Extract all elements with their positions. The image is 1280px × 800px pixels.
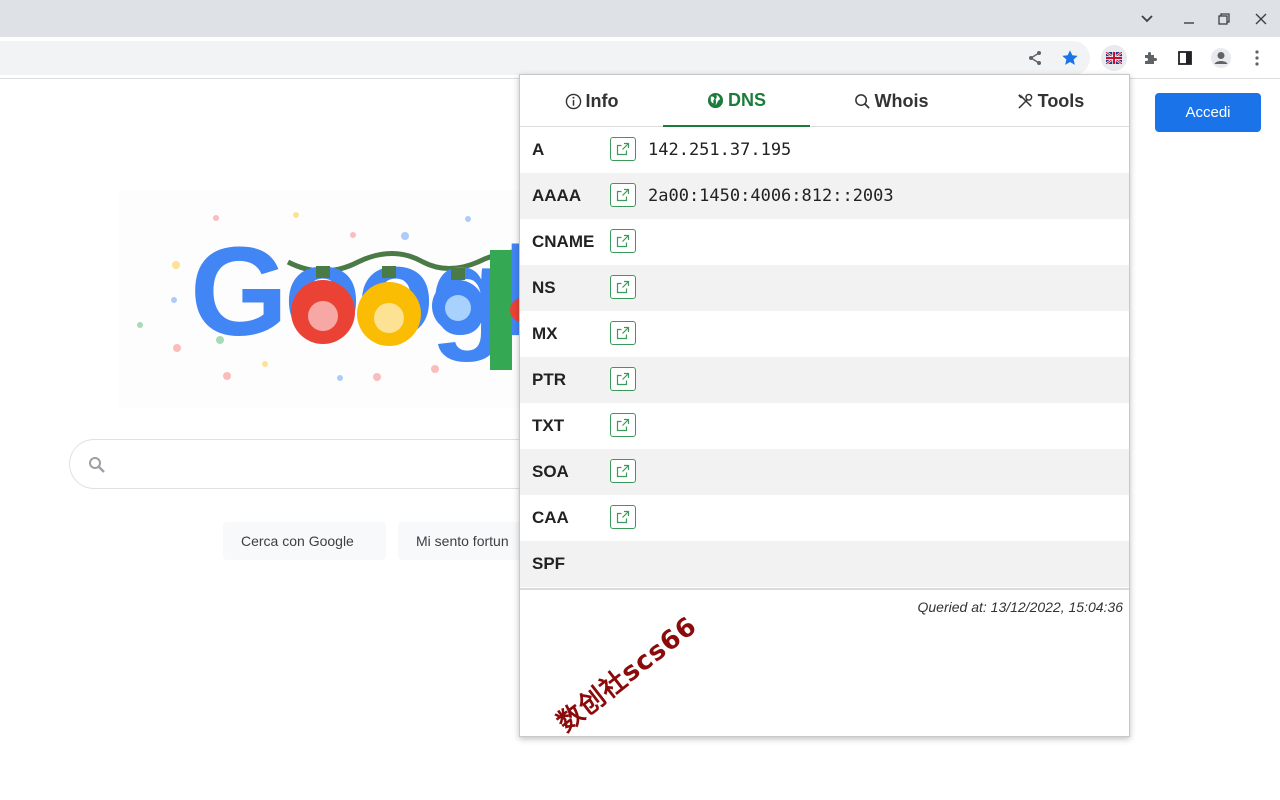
- record-type-label: CNAME: [532, 232, 595, 251]
- external-link-icon[interactable]: [610, 413, 636, 437]
- dns-record-row: MX: [520, 311, 1129, 357]
- external-link-icon[interactable]: [610, 137, 636, 161]
- external-link-icon[interactable]: [610, 183, 636, 207]
- record-value: 142.251.37.195: [648, 140, 792, 160]
- dns-record-row: TXT: [520, 403, 1129, 449]
- record-type-label: AAAA: [532, 186, 582, 205]
- queried-at-timestamp: Queried at: 13/12/2022, 15:04:36: [917, 599, 1124, 615]
- record-type-label: SPF: [532, 554, 566, 573]
- tab-search-icon[interactable]: [1137, 9, 1157, 29]
- tab-whois[interactable]: Whois: [810, 75, 972, 127]
- record-type-label: CAA: [532, 508, 569, 527]
- tab-tools-label: Tools: [1037, 90, 1085, 111]
- search-icon: [854, 93, 870, 109]
- extensions-puzzle-icon[interactable]: [1137, 45, 1163, 71]
- record-type-label: MX: [532, 324, 558, 343]
- close-window-icon[interactable]: [1251, 9, 1271, 29]
- record-type-label: PTR: [532, 370, 566, 389]
- tab-dns[interactable]: DNS: [663, 75, 810, 127]
- google-search-input[interactable]: [69, 439, 539, 489]
- record-type-label: TXT: [532, 416, 565, 435]
- record-type-label: A: [532, 140, 545, 159]
- tab-dns-label: DNS: [727, 89, 766, 110]
- dns-records-table: A 142.251.37.195AAAA 2a00:1450:4006:812::2…: [520, 127, 1129, 587]
- dns-record-row: SOA: [520, 449, 1129, 495]
- table-bottom-divider: [520, 588, 1129, 590]
- lucky-button[interactable]: Mi sento fortun: [398, 522, 520, 560]
- dns-record-row: AAAA 2a00:1450:4006:812::2003: [520, 173, 1129, 219]
- tab-tools[interactable]: Tools: [972, 75, 1129, 127]
- minimize-icon[interactable]: [1179, 9, 1199, 29]
- browser-menu-icon[interactable]: [1244, 45, 1270, 71]
- google-search-button[interactable]: Cerca con Google: [223, 522, 386, 560]
- external-link-icon[interactable]: [610, 505, 636, 529]
- dns-record-row: CAA: [520, 495, 1129, 541]
- record-value: 2a00:1450:4006:812::2003: [648, 186, 894, 206]
- bookmark-star-icon[interactable]: [1057, 45, 1083, 71]
- address-bar[interactable]: [0, 41, 1090, 75]
- dns-record-row: PTR: [520, 357, 1129, 403]
- doodle-image: Googl: [137, 212, 520, 381]
- profile-avatar-icon[interactable]: [1208, 45, 1234, 71]
- external-link-icon[interactable]: [610, 459, 636, 483]
- record-type-label: SOA: [532, 462, 569, 481]
- dns-record-row: A 142.251.37.195: [520, 127, 1129, 173]
- tab-info[interactable]: Info: [520, 75, 663, 127]
- tools-icon: [1017, 93, 1033, 109]
- external-link-icon[interactable]: [610, 321, 636, 345]
- dns-extension-popup: Info DNS Whois Tools A 142.251.37.195 AAAA…: [519, 74, 1130, 737]
- globe-icon: [707, 92, 724, 108]
- external-link-icon[interactable]: [610, 367, 636, 391]
- popup-tabs: Info DNS Whois Tools: [520, 75, 1129, 127]
- external-link-icon[interactable]: [610, 229, 636, 253]
- signin-button[interactable]: Accedi: [1155, 93, 1261, 132]
- record-type-label: NS: [532, 278, 556, 297]
- share-icon[interactable]: [1022, 45, 1048, 71]
- dns-record-row: NS: [520, 265, 1129, 311]
- dns-record-row: CNAME: [520, 219, 1129, 265]
- tab-info-label: Info: [585, 90, 619, 111]
- restore-icon[interactable]: [1214, 9, 1234, 29]
- dns-record-row: SPF: [520, 541, 1129, 587]
- extension-flag-icon[interactable]: [1101, 45, 1127, 71]
- external-link-icon[interactable]: [610, 275, 636, 299]
- info-icon: [565, 93, 581, 109]
- tab-whois-label: Whois: [874, 90, 929, 111]
- side-panel-icon[interactable]: [1172, 45, 1198, 71]
- browser-toolbar: [0, 37, 1280, 79]
- google-doodle[interactable]: Googl: [118, 190, 520, 408]
- search-icon: [89, 457, 105, 473]
- browser-titlebar: [0, 0, 1280, 37]
